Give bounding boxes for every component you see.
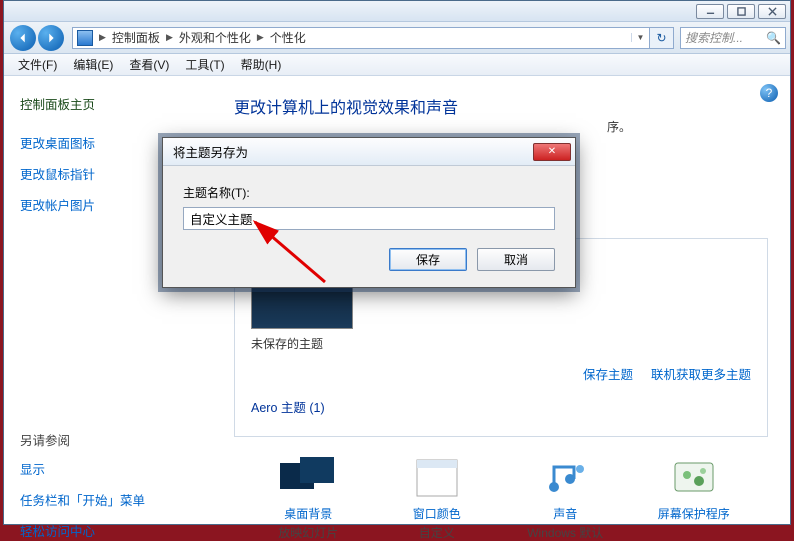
modal-overlay: 将主题另存为 ✕ 主题名称(T): 保存 取消	[0, 0, 794, 528]
dialog-title: 将主题另存为	[173, 142, 248, 161]
theme-name-label: 主题名称(T):	[183, 184, 555, 201]
dialog-close-button[interactable]: ✕	[533, 143, 571, 161]
theme-name-input[interactable]	[183, 207, 555, 230]
cancel-button[interactable]: 取消	[477, 248, 555, 271]
save-theme-dialog: 将主题另存为 ✕ 主题名称(T): 保存 取消	[162, 137, 576, 288]
dialog-titlebar: 将主题另存为 ✕	[163, 138, 575, 166]
save-button[interactable]: 保存	[389, 248, 467, 271]
